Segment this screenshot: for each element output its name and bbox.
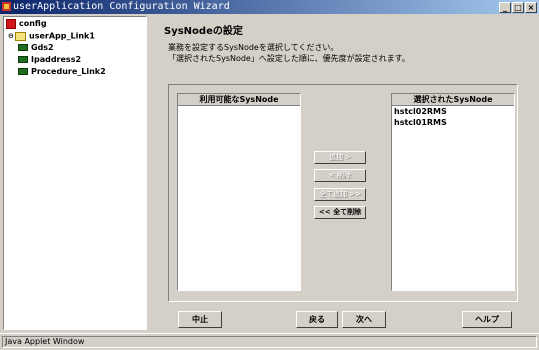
tree-node-resource[interactable]: Ipaddress2	[18, 54, 81, 66]
minimize-button[interactable]: _	[499, 2, 511, 13]
remove-button[interactable]: < 削除	[314, 169, 366, 182]
tree-node-label: Ipaddress2	[31, 55, 82, 64]
tree-node-label: config	[19, 19, 47, 28]
selected-list-header: 選択されたSysNode	[392, 94, 514, 106]
title-bar: userApplication Configuration Wizard _ □ ×	[0, 0, 539, 14]
tree-node-label: Procedure_Link2	[31, 67, 106, 76]
window-controls: _ □ ×	[498, 1, 537, 15]
resource-icon	[18, 44, 28, 51]
tree-node-label: Gds2	[31, 43, 54, 52]
tree-node-userapp[interactable]: ⊖ userApp_Link1	[8, 30, 95, 42]
available-list-header: 利用可能なSysNode	[178, 94, 300, 106]
resource-icon	[18, 56, 28, 63]
instruction-line-2: 「選択されたSysNode」へ設定した順に、優先度が設定されます。	[168, 54, 410, 63]
collapse-icon[interactable]: ⊖	[8, 30, 15, 42]
config-icon	[6, 18, 16, 29]
maximize-button[interactable]: □	[512, 2, 524, 13]
userapp-icon	[15, 31, 26, 41]
main-panel: SysNodeの設定 業務を設定するSysNodeを選択してください。 「選択さ…	[150, 16, 539, 330]
remove-all-button[interactable]: << 全て削除	[314, 206, 366, 219]
list-item[interactable]: hstcl02RMS	[392, 106, 514, 117]
add-button[interactable]: 追加 >	[314, 151, 366, 164]
available-sysnode-list[interactable]: 利用可能なSysNode	[177, 93, 301, 291]
instruction-line-1: 業務を設定するSysNodeを選択してください。	[168, 43, 339, 52]
sysnode-selection-group: 利用可能なSysNode 追加 > < 削除 全て追加 >> << 全て削除 選…	[168, 84, 518, 302]
selected-sysnode-list[interactable]: 選択されたSysNode hstcl02RMS hstcl01RMS	[391, 93, 515, 291]
tree-node-config[interactable]: config	[6, 18, 47, 30]
java-app-icon	[2, 2, 11, 11]
list-item[interactable]: hstcl01RMS	[392, 117, 514, 128]
tree-node-label: userApp_Link1	[29, 31, 95, 41]
cancel-button[interactable]: 中止	[178, 311, 222, 328]
help-button[interactable]: ヘルプ	[462, 311, 512, 328]
applet-status-text: Java Applet Window	[2, 336, 537, 348]
config-tree[interactable]: config ⊖ userApp_Link1 Gds2 Ipaddress2 Pr…	[3, 16, 147, 330]
tree-node-resource[interactable]: Procedure_Link2	[18, 66, 106, 78]
add-all-button[interactable]: 全て追加 >>	[314, 188, 366, 201]
close-button[interactable]: ×	[525, 2, 537, 13]
next-button[interactable]: 次へ	[342, 311, 386, 328]
status-bar: Java Applet Window	[0, 333, 539, 350]
window-title: userApplication Configuration Wizard	[13, 1, 230, 12]
tree-node-resource[interactable]: Gds2	[18, 42, 54, 54]
page-title: SysNodeの設定	[164, 26, 243, 37]
back-button[interactable]: 戻る	[296, 311, 338, 328]
resource-icon	[18, 68, 28, 75]
